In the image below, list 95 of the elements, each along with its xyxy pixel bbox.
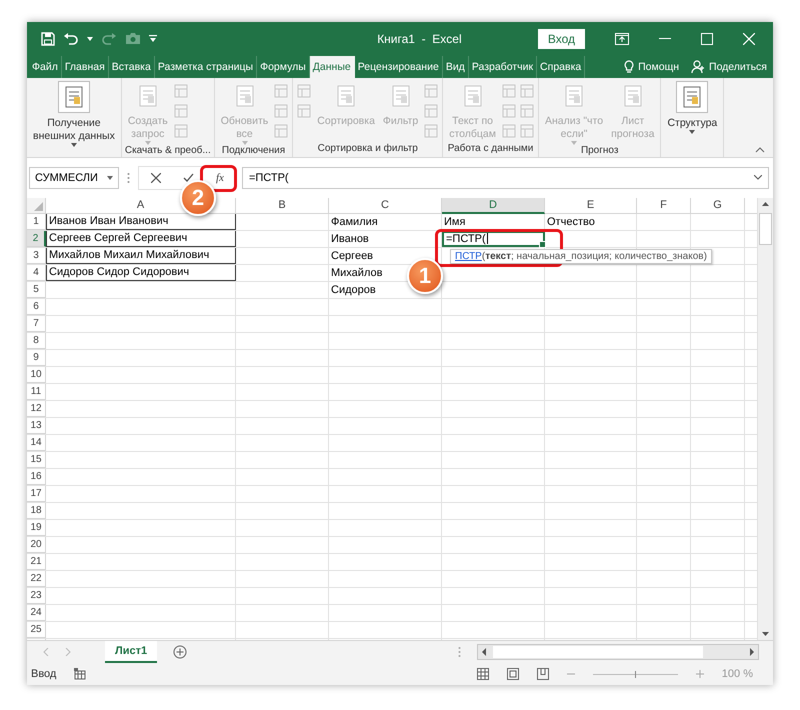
table-cell: Имя xyxy=(444,216,466,228)
row-header[interactable]: 15 xyxy=(27,452,46,468)
row-header[interactable]: 12 xyxy=(27,400,46,417)
column-header[interactable]: C xyxy=(329,198,442,214)
table-cell: Сергеев Сергей Сергеевич xyxy=(46,230,236,247)
caret-icon[interactable] xyxy=(87,36,93,41)
column-header[interactable]: F xyxy=(637,198,691,214)
argument-list: (текст; начальная_позиция; количество_знаков) xyxy=(482,250,707,262)
column-header[interactable]: G xyxy=(691,198,745,214)
row-header[interactable]: 5 xyxy=(27,282,46,298)
active-cell[interactable]: =ПСТР( xyxy=(442,230,545,247)
add-sheet-icon[interactable] xyxy=(173,645,188,660)
ribbon-button[interactable]: Структура xyxy=(664,80,720,157)
group-label: Прогноз xyxy=(580,144,620,157)
close-icon[interactable] xyxy=(743,32,755,45)
row-header[interactable]: 17 xyxy=(27,486,46,502)
row-header[interactable]: 21 xyxy=(27,554,46,570)
minimize-icon[interactable] xyxy=(659,38,671,40)
table-cell: Михайлов xyxy=(331,266,382,279)
drag-handle-icon[interactable] xyxy=(458,646,461,658)
status-mode: Ввод xyxy=(31,668,56,680)
row-header[interactable]: 11 xyxy=(27,384,46,400)
camera-icon[interactable] xyxy=(125,32,141,46)
group-label: Работа с данными xyxy=(446,142,534,156)
table-cell: Фамилия xyxy=(331,216,378,228)
maximize-icon[interactable] xyxy=(701,32,713,45)
table-cell: Сидоров Сидор Сидорович xyxy=(46,264,236,281)
help-search-button[interactable]: Помощн xyxy=(618,56,686,78)
customize-caret-icon[interactable] xyxy=(149,34,157,43)
group-label: Скачать & преоб... xyxy=(124,144,211,157)
expand-icon xyxy=(754,175,762,180)
function-link[interactable]: ПСТР xyxy=(455,250,482,262)
row-header[interactable]: 1 xyxy=(27,214,46,230)
group-label: Сортировка и фильтр xyxy=(316,142,419,156)
scroll-thumb[interactable] xyxy=(759,212,772,245)
row-header[interactable]: 19 xyxy=(27,520,46,536)
redo-icon[interactable] xyxy=(101,32,117,46)
row-header[interactable]: 10 xyxy=(27,366,46,383)
row-header[interactable]: 25 xyxy=(27,622,46,638)
row-header[interactable]: 13 xyxy=(27,418,46,434)
table-cell: Сидоров xyxy=(331,284,376,296)
row-header[interactable]: 3 xyxy=(27,248,46,264)
sheet-icon xyxy=(58,80,90,113)
collapse-ribbon-icon[interactable] xyxy=(755,146,765,153)
row-header[interactable]: 24 xyxy=(27,604,46,621)
caret-icon xyxy=(107,176,113,180)
vertical-scrollbar[interactable] xyxy=(757,198,773,640)
zoom-in-icon[interactable] xyxy=(696,670,704,678)
previous-sheet-icon[interactable] xyxy=(43,648,49,656)
row-header[interactable]: 20 xyxy=(27,536,46,553)
sheet-tab[interactable]: Лист1 xyxy=(105,641,158,664)
next-sheet-icon[interactable] xyxy=(65,648,71,656)
table-cell: Михайлов Михаил Михайлович xyxy=(46,248,236,264)
name-box[interactable]: СУММЕСЛИ xyxy=(29,166,119,189)
horizontal-scrollbar[interactable] xyxy=(477,644,759,660)
row-header[interactable]: 18 xyxy=(27,502,46,519)
row-header[interactable]: 14 xyxy=(27,434,46,451)
select-all-icon[interactable] xyxy=(34,202,43,211)
row-header[interactable]: 4 xyxy=(27,264,46,281)
row-header[interactable]: 6 xyxy=(27,298,46,315)
step-badge: 2 xyxy=(180,180,216,216)
row-header[interactable]: 9 xyxy=(27,350,46,366)
sheet-icon xyxy=(676,80,708,113)
share-button[interactable]: Поделиться xyxy=(685,56,773,78)
row-header[interactable]: 7 xyxy=(27,316,46,332)
row-header[interactable]: 16 xyxy=(27,468,46,485)
normal-view-icon[interactable] xyxy=(476,668,489,680)
undo-icon[interactable] xyxy=(63,32,79,46)
cancel-icon[interactable] xyxy=(151,172,161,183)
window-title: Книга1 - Excel xyxy=(376,32,463,46)
save-icon[interactable] xyxy=(41,32,55,46)
row-header[interactable]: 2 xyxy=(27,230,46,247)
lightbulb-icon xyxy=(624,60,634,74)
row-header[interactable]: 22 xyxy=(27,570,46,587)
insert-function-button[interactable]: fx xyxy=(216,172,234,184)
login-button[interactable]: Вход xyxy=(538,28,585,49)
table-cell: Сергеев xyxy=(331,250,374,262)
ribbon-button[interactable]: Получение внешних данных xyxy=(30,80,118,157)
enter-check-icon[interactable] xyxy=(183,173,194,182)
column-header[interactable]: E xyxy=(545,198,637,214)
ribbon-tab[interactable]: Данные xyxy=(310,56,355,78)
page-layout-icon[interactable] xyxy=(506,668,519,680)
macro-record-icon[interactable] xyxy=(74,668,86,680)
column-header[interactable]: D xyxy=(442,198,545,214)
row-header[interactable]: 23 xyxy=(27,588,46,604)
table-cell: Иванов xyxy=(331,232,369,245)
person-icon xyxy=(691,60,706,74)
page-break-icon[interactable] xyxy=(536,668,549,680)
group-label: Подключения xyxy=(220,144,286,157)
row-header[interactable]: 8 xyxy=(27,332,46,349)
formula-input[interactable]: =ПСТР( xyxy=(242,166,769,189)
table-cell: Отчество xyxy=(547,216,595,228)
ribbon-display-icon[interactable] xyxy=(615,32,629,45)
drag-handle-icon[interactable] xyxy=(127,172,130,184)
column-header[interactable]: B xyxy=(236,198,329,214)
